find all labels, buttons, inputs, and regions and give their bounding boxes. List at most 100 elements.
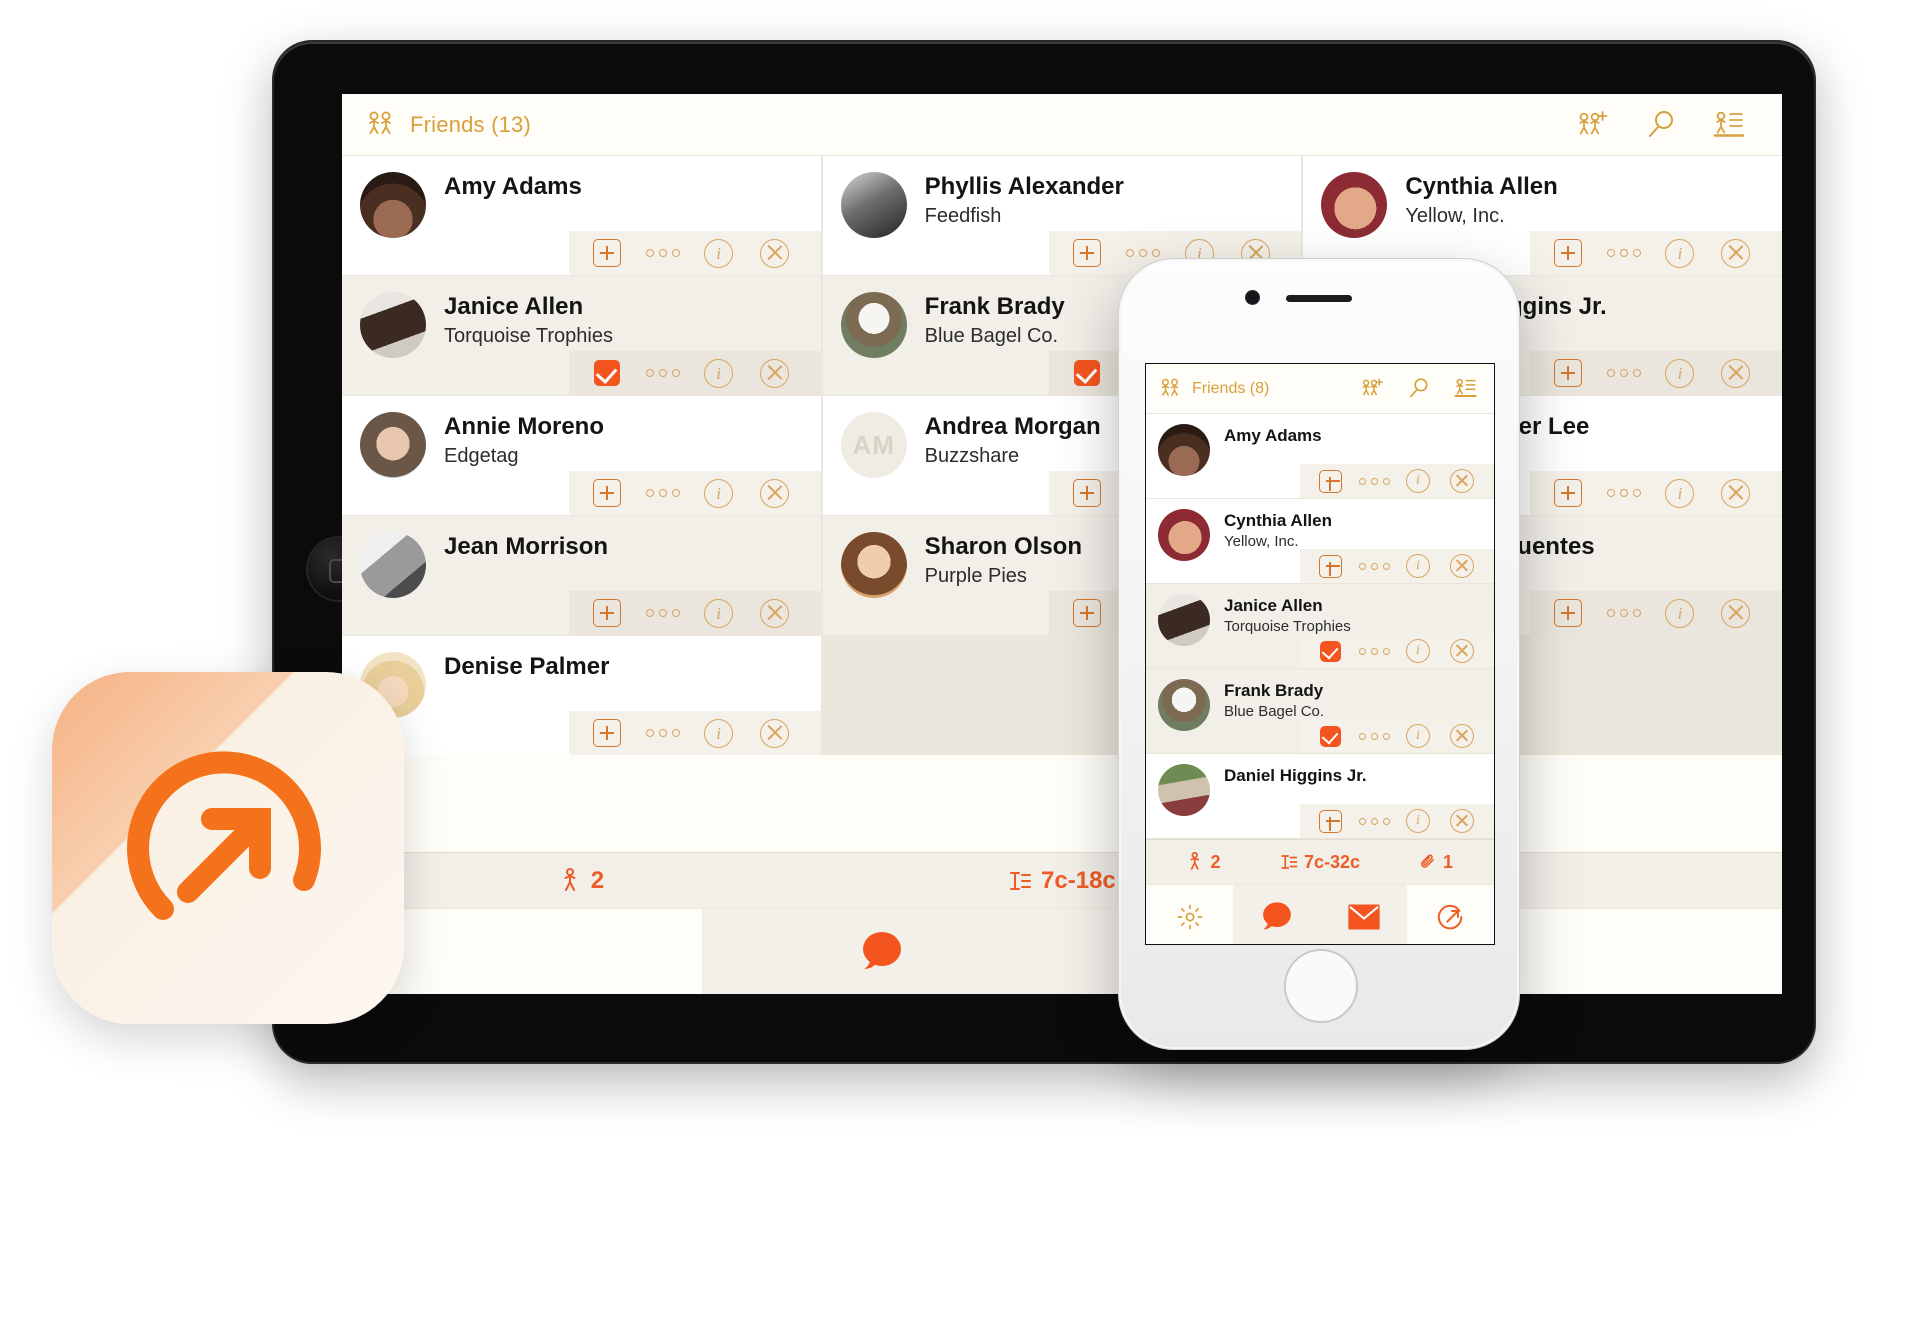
remove-button[interactable]	[1440, 639, 1484, 663]
avatar	[840, 172, 907, 238]
add-button[interactable]	[1059, 239, 1115, 267]
remove-button[interactable]	[747, 478, 803, 508]
more-button[interactable]	[635, 369, 691, 377]
add-button[interactable]	[1540, 479, 1596, 507]
remove-button[interactable]	[1708, 478, 1764, 508]
remove-button[interactable]	[747, 238, 803, 268]
more-button[interactable]	[635, 489, 691, 497]
remove-button[interactable]	[747, 598, 803, 628]
info-button[interactable]: i	[691, 238, 747, 268]
tab-mail[interactable]	[1320, 885, 1407, 944]
more-button[interactable]	[1115, 249, 1171, 257]
deselect-button[interactable]	[1308, 640, 1352, 662]
more-button[interactable]	[1596, 369, 1652, 377]
add-person-icon[interactable]	[1574, 109, 1612, 141]
remove-button[interactable]	[1440, 469, 1484, 493]
add-button[interactable]	[1059, 479, 1115, 507]
contact-row[interactable]: Frank Brady Blue Bagel Co. i	[1146, 669, 1494, 754]
deselect-button[interactable]	[1059, 360, 1115, 386]
info-button[interactable]: i	[1396, 639, 1440, 663]
tab-share[interactable]	[1407, 885, 1494, 944]
remove-button[interactable]	[1440, 554, 1484, 578]
add-button[interactable]	[1308, 469, 1352, 493]
row-actions: i	[1300, 719, 1494, 753]
tab-message[interactable]	[702, 909, 1062, 994]
info-button[interactable]: i	[1396, 469, 1440, 493]
contact-row[interactable]: Amy Adams i	[1146, 414, 1494, 499]
info-button[interactable]: i	[1396, 554, 1440, 578]
more-button[interactable]	[635, 609, 691, 617]
add-icon	[592, 239, 621, 267]
more-button[interactable]	[635, 729, 691, 737]
contact-org: Edgetag	[444, 444, 519, 467]
contact-names: Phyllis Alexander Feedfish	[925, 172, 1124, 230]
phone-home-button[interactable]	[1284, 949, 1358, 1023]
add-button[interactable]	[579, 599, 635, 627]
more-button[interactable]	[1352, 732, 1396, 740]
search-icon[interactable]	[1408, 377, 1431, 400]
contact-name: Daniel Higgins Jr.	[1224, 766, 1367, 785]
contact-card[interactable]: Jean Morrison i	[342, 516, 821, 635]
add-button[interactable]	[1059, 599, 1115, 627]
add-button[interactable]	[579, 479, 635, 507]
remove-button[interactable]	[1440, 809, 1484, 833]
contact-names: Sharon Olson Purple Pies	[925, 532, 1082, 590]
info-button[interactable]: i	[1652, 598, 1708, 628]
contact-card[interactable]: Denise Palmer i	[342, 636, 821, 755]
info-icon: i	[1665, 598, 1695, 628]
add-button[interactable]	[1540, 359, 1596, 387]
more-button[interactable]	[1596, 249, 1652, 257]
add-person-icon[interactable]	[1359, 377, 1386, 400]
more-dots-icon	[1358, 732, 1390, 740]
avatar	[360, 532, 426, 598]
contact-card[interactable]: Janice Allen Torquoise Trophies i	[342, 276, 821, 395]
add-button[interactable]	[1308, 554, 1352, 578]
page-title: Friends (8)	[1192, 379, 1270, 397]
remove-button[interactable]	[747, 718, 803, 748]
contact-card[interactable]: Amy Adams i	[342, 156, 821, 275]
contact-row[interactable]: Daniel Higgins Jr. i	[1146, 754, 1494, 839]
row-actions: i	[568, 231, 821, 275]
more-button[interactable]	[1352, 562, 1396, 570]
info-button[interactable]: i	[691, 358, 747, 388]
info-button[interactable]: i	[691, 598, 747, 628]
remove-button[interactable]	[1708, 598, 1764, 628]
info-button[interactable]: i	[1652, 238, 1708, 268]
info-button[interactable]: i	[1652, 358, 1708, 388]
contact-row[interactable]: Cynthia Allen Yellow, Inc. i	[1146, 499, 1494, 584]
more-button[interactable]	[1352, 817, 1396, 825]
add-button[interactable]	[1540, 239, 1596, 267]
close-icon	[1721, 478, 1751, 508]
tab-settings[interactable]	[1146, 885, 1233, 944]
more-dots-icon	[1606, 369, 1641, 377]
more-button[interactable]	[1596, 609, 1652, 617]
info-button[interactable]: i	[1396, 724, 1440, 748]
add-button[interactable]	[579, 239, 635, 267]
more-button[interactable]	[1596, 489, 1652, 497]
info-button[interactable]: i	[1652, 478, 1708, 508]
remove-button[interactable]	[747, 358, 803, 388]
contact-names: Andrea Morgan Buzzshare	[925, 412, 1101, 470]
person-list-icon[interactable]	[1453, 377, 1478, 400]
add-button[interactable]	[579, 719, 635, 747]
info-button[interactable]: i	[691, 478, 747, 508]
info-button[interactable]: i	[691, 718, 747, 748]
more-dots-icon	[1358, 477, 1390, 485]
more-button[interactable]	[635, 249, 691, 257]
deselect-button[interactable]	[1308, 725, 1352, 747]
contact-row[interactable]: Janice Allen Torquoise Trophies i	[1146, 584, 1494, 669]
add-button[interactable]	[1308, 809, 1352, 833]
remove-button[interactable]	[1708, 358, 1764, 388]
remove-button[interactable]	[1440, 724, 1484, 748]
deselect-button[interactable]	[579, 360, 635, 386]
tab-message[interactable]	[1233, 885, 1320, 944]
more-button[interactable]	[1352, 477, 1396, 485]
remove-button[interactable]	[1708, 238, 1764, 268]
contact-card[interactable]: Annie Moreno Edgetag i	[342, 396, 821, 515]
info-button[interactable]: i	[1396, 809, 1440, 833]
person-list-icon[interactable]	[1712, 109, 1746, 141]
contact-name: Jean Morrison	[444, 533, 609, 560]
search-icon[interactable]	[1646, 109, 1678, 141]
more-button[interactable]	[1352, 647, 1396, 655]
add-button[interactable]	[1540, 599, 1596, 627]
